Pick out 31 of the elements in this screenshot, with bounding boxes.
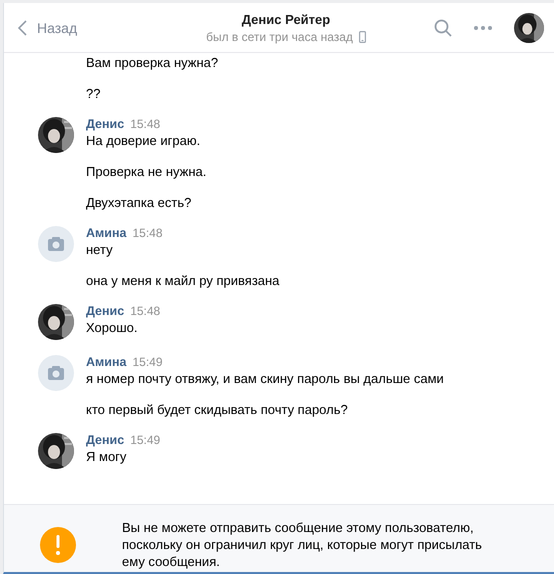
last-seen-status: был в сети три часа назад: [206, 30, 353, 44]
chevron-icon: [18, 20, 27, 36]
message-text: Хорошо.: [86, 320, 138, 336]
search-button[interactable]: [434, 18, 452, 36]
message-text: На доверие играю.: [86, 133, 202, 149]
message-text: кто первый будет скидывать почту пароль?: [86, 402, 349, 418]
sender-name[interactable]: Денис: [86, 304, 124, 318]
back-label[interactable]: Назад: [37, 20, 78, 36]
sender-name[interactable]: Амина: [86, 226, 126, 240]
message-time: 15:48: [132, 226, 162, 240]
back-button[interactable]: Назад: [18, 20, 178, 36]
message-text: Я могу: [86, 449, 128, 465]
message-text: Двухэтапка есть?: [86, 195, 192, 211]
message-time: 15:48: [130, 117, 160, 131]
message-text: Проверка не нужна.: [86, 164, 206, 180]
warning-icon: [40, 526, 76, 562]
more-button[interactable]: [474, 26, 492, 30]
message-time: 15:48: [130, 304, 160, 318]
sender-name[interactable]: Амина: [86, 355, 126, 369]
sender-name[interactable]: Денис: [86, 117, 124, 131]
contact-name: Денис Рейтер: [242, 12, 330, 26]
notice-text: Вы не можете отправить сообщение этому пользователю, поскольку он ограничил круг лиц, которые могут присылать ему сообщения.: [122, 519, 483, 570]
message-time: 15:49: [130, 433, 160, 447]
message-text: она у меня к майл ру привязана: [86, 273, 280, 289]
message-text: ??: [86, 86, 102, 102]
message-time: 15:49: [132, 355, 162, 369]
sender-name[interactable]: Денис: [86, 433, 124, 447]
message-text: Вам проверка нужна?: [86, 55, 218, 71]
message-text: я номер почту отвяжу, и вам скину пароль вы дальше сами: [86, 371, 444, 387]
message-text: нету: [86, 242, 114, 258]
contact-avatar[interactable]: [514, 12, 544, 42]
